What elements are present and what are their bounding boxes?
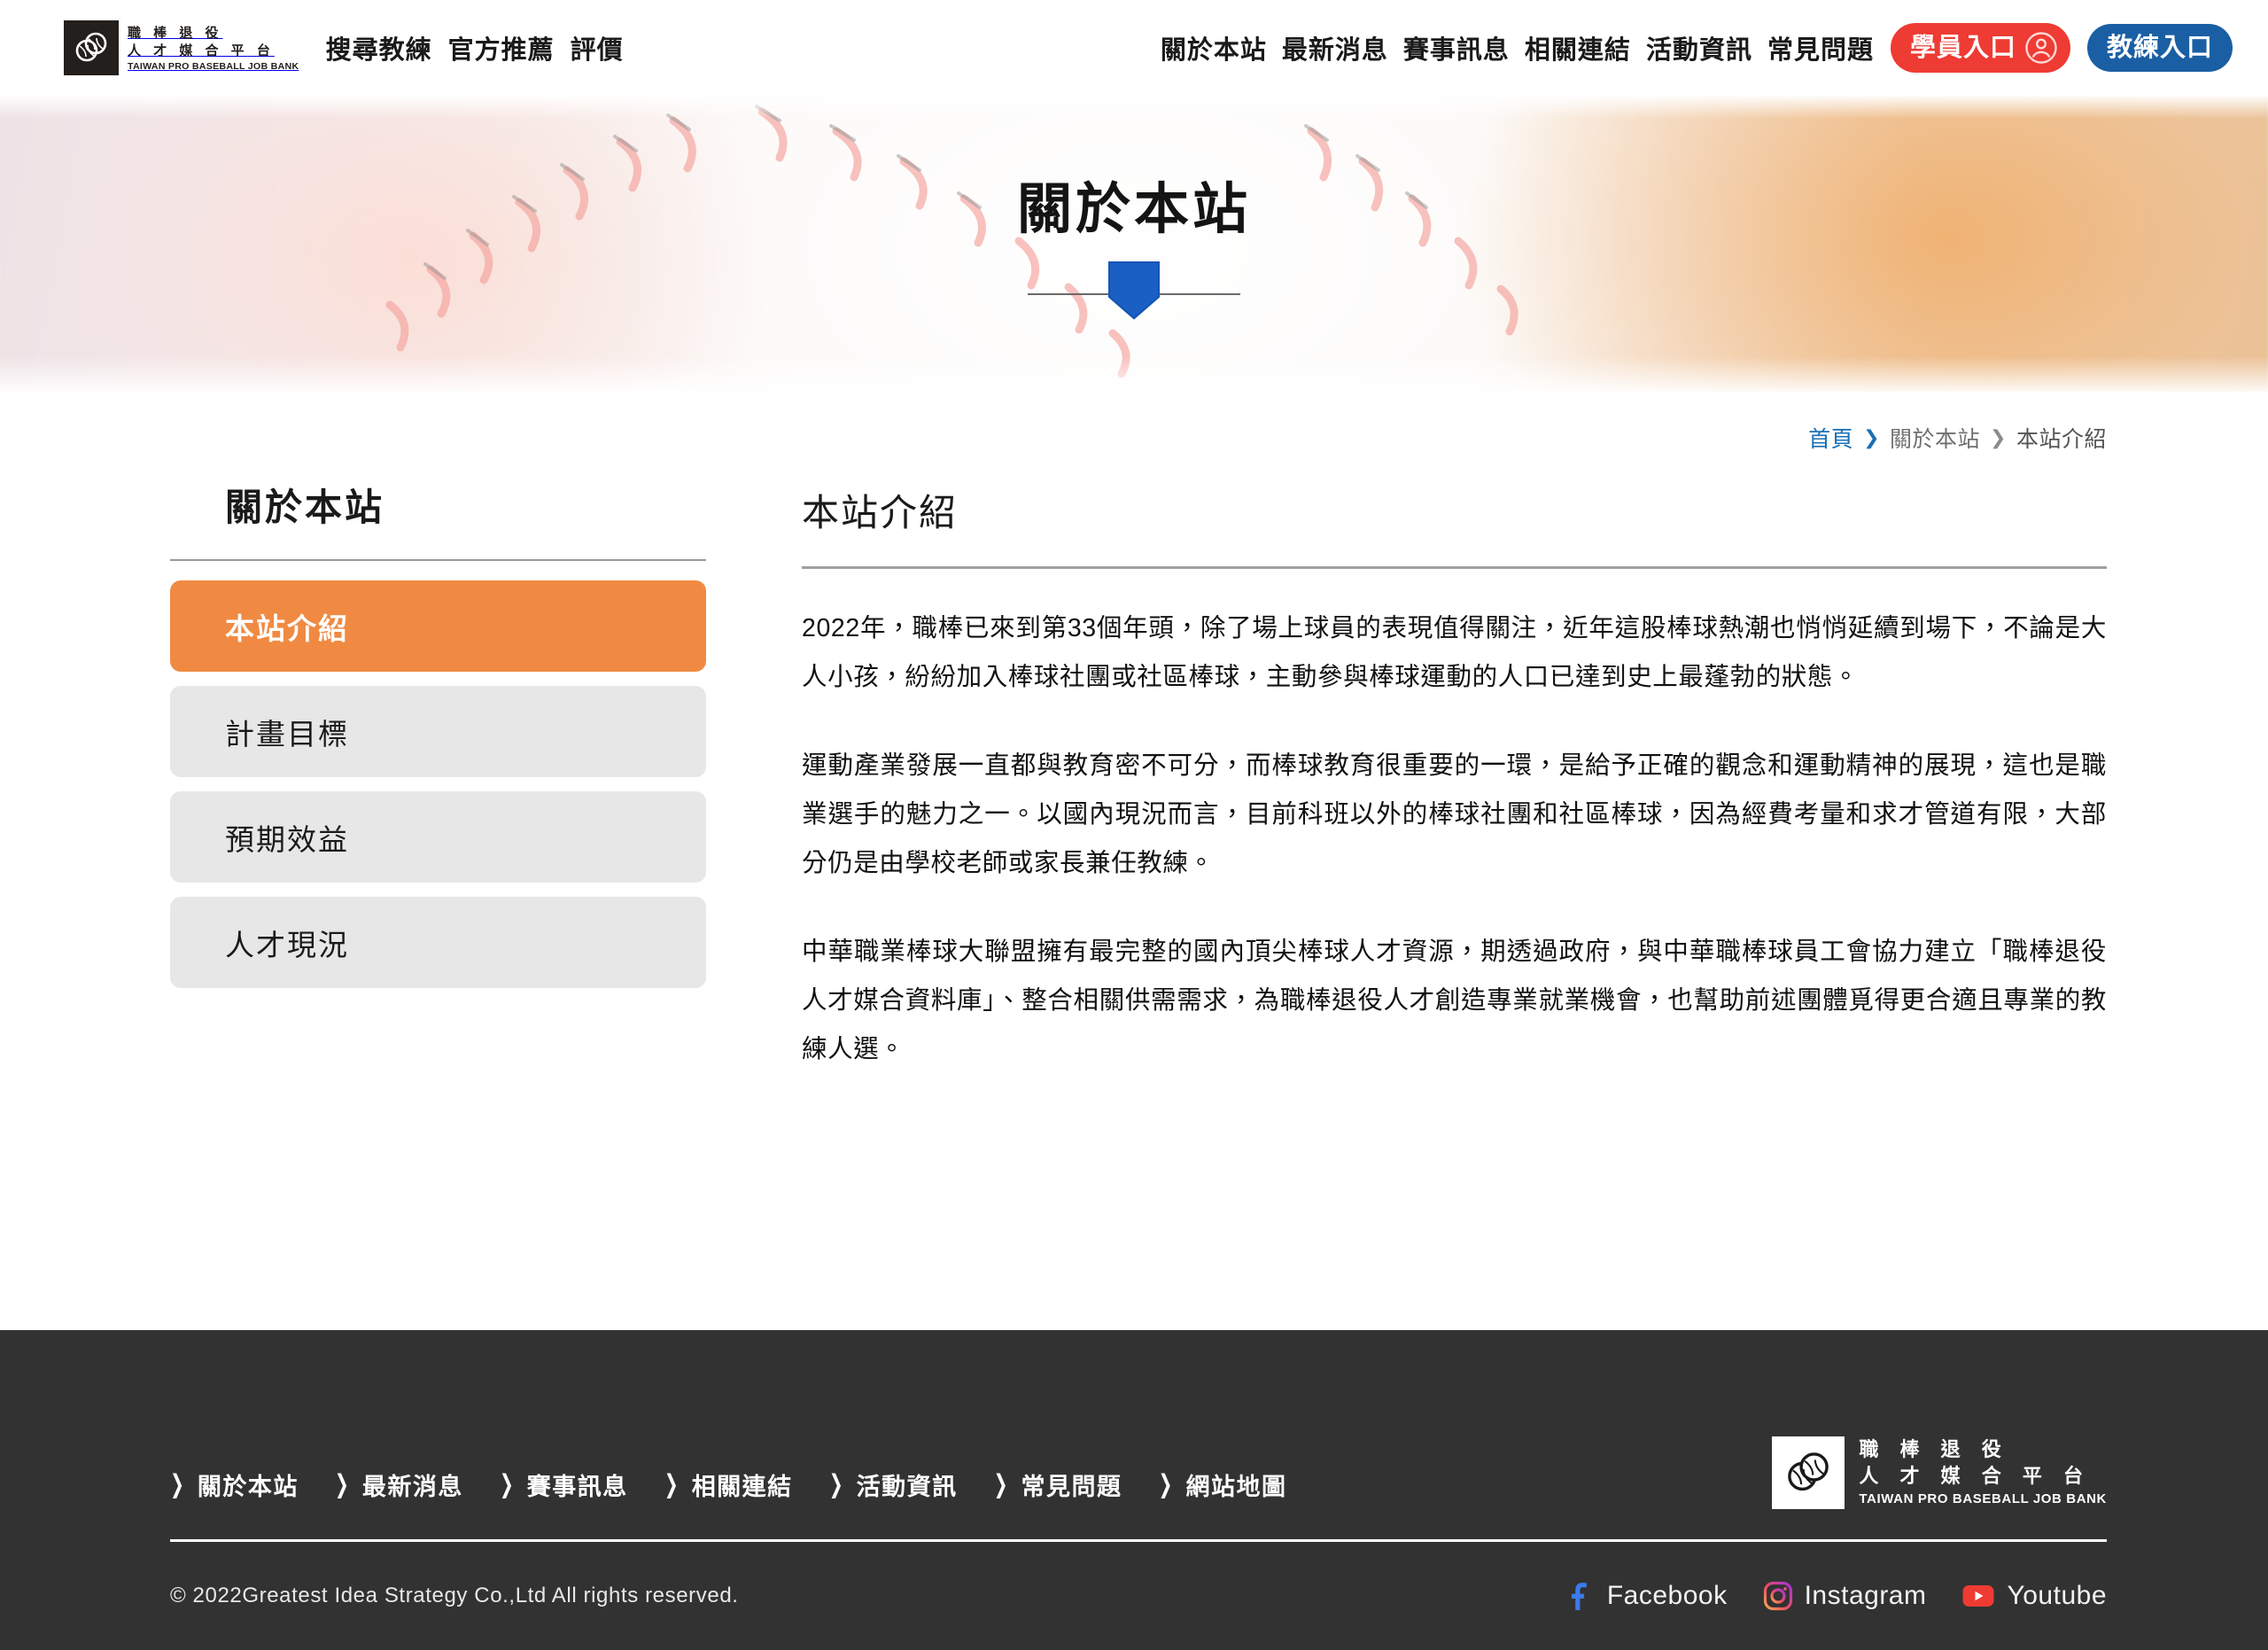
page-title: 本站介紹 bbox=[802, 492, 959, 533]
sidebar: 關於本站 本站介紹 計畫目標 預期效益 人才現況 bbox=[170, 486, 706, 1002]
breadcrumb-container: 首頁 ❯ 關於本站 ❯ 本站介紹 bbox=[0, 392, 2268, 454]
footer-link-about[interactable]: ❯ 關於本站 bbox=[170, 1467, 299, 1502]
list-item: 預期效益 bbox=[170, 791, 706, 883]
hero-divider-decoration bbox=[1028, 261, 1240, 325]
logo-wordmark: 職 棒 退 役 人 才 媒 合 平 台 TAIWAN PRO BASEBALL … bbox=[128, 23, 299, 74]
social-label: Facebook bbox=[1606, 1581, 1728, 1610]
primary-nav: 搜尋教練 官方推薦 評價 bbox=[326, 29, 624, 66]
chevron-right-icon: ❯ bbox=[170, 1470, 184, 1499]
footer-logo-mark-icon bbox=[1772, 1436, 1845, 1509]
nav-item-links[interactable]: 相關連結 bbox=[1525, 29, 1631, 66]
nav-item-official-recommend[interactable]: 官方推薦 bbox=[448, 29, 555, 66]
sidebar-item-expected-benefit[interactable]: 預期效益 bbox=[170, 791, 706, 883]
instagram-icon bbox=[1763, 1581, 1792, 1611]
footer-nav: ❯ 關於本站 ❯ 最新消息 ❯ 賽事訊息 ❯ 相關連結 ❯ 活動資訊 ❯ 常見問… bbox=[170, 1467, 1286, 1513]
coach-portal-label: 教練入口 bbox=[2106, 33, 2213, 62]
chevron-right-icon: ❯ bbox=[828, 1470, 843, 1499]
sidebar-title: 關於本站 bbox=[225, 486, 385, 528]
hero-content: 關於本站 bbox=[0, 96, 2268, 392]
footer-link-label: 賽事訊息 bbox=[526, 1474, 628, 1500]
main-content: 本站介紹 2022年，職棒已來到第33個年頭，除了場上球員的表現值得關注，近年這… bbox=[802, 486, 2107, 1074]
footer-link-sitemap[interactable]: ❯ 網站地圖 bbox=[1159, 1467, 1287, 1502]
user-circle-icon bbox=[2025, 32, 2057, 64]
nav-item-activities[interactable]: 活動資訊 bbox=[1646, 29, 1752, 66]
chevron-right-icon: ❯ bbox=[1158, 1470, 1173, 1499]
list-item: 計畫目標 bbox=[170, 686, 706, 778]
social-label: Instagram bbox=[1804, 1581, 1927, 1610]
footer-link-label: 網站地圖 bbox=[1185, 1474, 1287, 1500]
sidebar-item-talent-status[interactable]: 人才現況 bbox=[170, 897, 706, 989]
list-item: 人才現況 bbox=[170, 897, 706, 989]
footer-logo: 職 棒 退 役 人 才 媒 合 平 台 TAIWAN PRO BASEBALL … bbox=[1772, 1436, 2107, 1513]
nav-item-events[interactable]: 賽事訊息 bbox=[1403, 29, 1510, 66]
footer-bottom-row: © 2022Greatest Idea Strategy Co.,Ltd All… bbox=[170, 1542, 2107, 1650]
chevron-right-icon: ❯ bbox=[993, 1470, 1008, 1499]
logo-cn-line1: 職 棒 退 役 bbox=[128, 25, 223, 41]
nav-item-news[interactable]: 最新消息 bbox=[1282, 29, 1388, 66]
content-divider bbox=[802, 566, 2107, 570]
chevron-right-icon: ❯ bbox=[334, 1470, 349, 1499]
nav-item-faq[interactable]: 常見問題 bbox=[1767, 29, 1874, 66]
breadcrumb-current: 本站介紹 bbox=[2016, 427, 2107, 452]
footer-top-row: ❯ 關於本站 ❯ 最新消息 ❯ 賽事訊息 ❯ 相關連結 ❯ 活動資訊 ❯ 常見問… bbox=[170, 1380, 2107, 1513]
footer-link-events[interactable]: ❯ 賽事訊息 bbox=[500, 1467, 628, 1502]
footer-logo-en-line: TAIWAN PRO BASEBALL JOB BANK bbox=[1859, 1491, 2107, 1506]
breadcrumb-separator-icon-2: ❯ bbox=[1990, 426, 2007, 448]
site-header: 職 棒 退 役 人 才 媒 合 平 台 TAIWAN PRO BASEBALL … bbox=[0, 0, 2268, 96]
social-label: Youtube bbox=[2007, 1581, 2107, 1610]
footer-link-news[interactable]: ❯ 最新消息 bbox=[335, 1467, 463, 1502]
student-portal-button[interactable]: 學員入口 bbox=[1890, 23, 2070, 73]
footer-link-label: 常見問題 bbox=[1021, 1474, 1122, 1500]
footer-link-label: 關於本站 bbox=[197, 1474, 299, 1500]
footer-link-label: 活動資訊 bbox=[856, 1474, 958, 1500]
hero-title: 關於本站 bbox=[1016, 179, 1251, 241]
logo-en-line: TAIWAN PRO BASEBALL JOB BANK bbox=[128, 60, 299, 72]
content-paragraph-1: 2022年，職棒已來到第33個年頭，除了場上球員的表現值得關注，近年這股棒球熱潮… bbox=[802, 614, 2107, 692]
page-body: 關於本站 本站介紹 計畫目標 預期效益 人才現況 本站介紹 2022年，職棒已來… bbox=[0, 454, 2268, 1074]
sidebar-menu: 本站介紹 計畫目標 預期效益 人才現況 bbox=[170, 580, 706, 989]
utility-nav: 關於本站 最新消息 賽事訊息 相關連結 活動資訊 常見問題 bbox=[1161, 29, 1874, 66]
social-links: Facebook Instagram Youtube bbox=[1565, 1581, 2107, 1611]
sidebar-item-site-intro[interactable]: 本站介紹 bbox=[170, 580, 706, 673]
sidebar-divider bbox=[170, 559, 706, 562]
chevron-right-icon: ❯ bbox=[664, 1470, 679, 1499]
footer-link-activities[interactable]: ❯ 活動資訊 bbox=[829, 1467, 958, 1502]
content-paragraph-2: 運動產業發展一直都與教育密不可分，而棒球教育很重要的一環，是給予正確的觀念和運動… bbox=[802, 751, 2107, 878]
footer-wordmark: 職 棒 退 役 人 才 媒 合 平 台 TAIWAN PRO BASEBALL … bbox=[1859, 1436, 2107, 1509]
sidebar-item-plan-goal[interactable]: 計畫目標 bbox=[170, 686, 706, 778]
social-link-facebook[interactable]: Facebook bbox=[1565, 1581, 1728, 1611]
site-logo[interactable]: 職 棒 退 役 人 才 媒 合 平 台 TAIWAN PRO BASEBALL … bbox=[64, 20, 299, 75]
header-right-group: 關於本站 最新消息 賽事訊息 相關連結 活動資訊 常見問題 學員入口 教練入口 bbox=[1161, 23, 2233, 73]
site-footer: ❯ 關於本站 ❯ 最新消息 ❯ 賽事訊息 ❯ 相關連結 ❯ 活動資訊 ❯ 常見問… bbox=[0, 1330, 2268, 1650]
hero-banner: 關於本站 bbox=[0, 96, 2268, 392]
list-item: 本站介紹 bbox=[170, 580, 706, 673]
logo-cn-line2: 人 才 媒 合 平 台 bbox=[128, 43, 275, 58]
chevron-right-icon: ❯ bbox=[499, 1470, 514, 1499]
breadcrumb-home[interactable]: 首頁 bbox=[1808, 422, 1853, 454]
content-paragraph-3: 中華職業棒球大聯盟擁有最完整的國內頂尖棒球人才資源，期透過政府，與中華職棒球員工… bbox=[802, 938, 2107, 1064]
breadcrumb: 首頁 ❯ 關於本站 ❯ 本站介紹 bbox=[1808, 422, 2107, 454]
home-plate-icon bbox=[1108, 261, 1160, 320]
footer-link-label: 最新消息 bbox=[361, 1474, 463, 1500]
footer-logo-cn-line1: 職 棒 退 役 bbox=[1859, 1438, 2009, 1460]
social-link-youtube[interactable]: Youtube bbox=[1961, 1581, 2107, 1611]
footer-link-label: 相關連結 bbox=[691, 1474, 793, 1500]
breadcrumb-separator-icon: ❯ bbox=[1863, 426, 1881, 448]
breadcrumb-section[interactable]: 關於本站 bbox=[1890, 422, 1980, 454]
footer-logo-cn-line2: 人 才 媒 合 平 台 bbox=[1859, 1465, 2091, 1487]
student-portal-label: 學員入口 bbox=[1909, 33, 2016, 62]
footer-link-links[interactable]: ❯ 相關連結 bbox=[664, 1467, 793, 1502]
social-link-instagram[interactable]: Instagram bbox=[1763, 1581, 1927, 1611]
nav-item-search-coach[interactable]: 搜尋教練 bbox=[326, 29, 432, 66]
nav-item-about[interactable]: 關於本站 bbox=[1161, 29, 1267, 66]
logo-mark-icon bbox=[64, 20, 119, 75]
copyright-text: © 2022Greatest Idea Strategy Co.,Ltd All… bbox=[170, 1584, 739, 1607]
nav-item-reviews[interactable]: 評價 bbox=[571, 29, 624, 66]
coach-portal-button[interactable]: 教練入口 bbox=[2086, 23, 2233, 73]
facebook-icon bbox=[1571, 1583, 1587, 1610]
footer-link-faq[interactable]: ❯ 常見問題 bbox=[994, 1467, 1122, 1502]
youtube-icon bbox=[1962, 1585, 1994, 1607]
